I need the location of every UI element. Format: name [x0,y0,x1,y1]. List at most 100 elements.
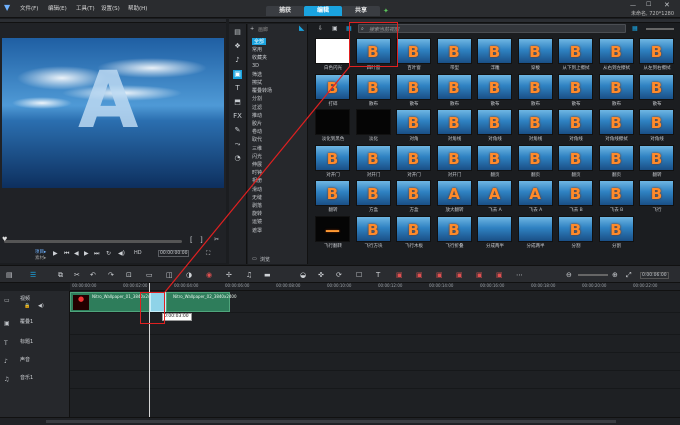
transition-thumbnail[interactable]: B [355,180,391,206]
category-item[interactable]: 常用 [252,46,262,53]
transition-thumbnail[interactable]: B [517,73,553,100]
video-clip-1[interactable]: ● Nitro_Wallpaper_01_3840x2400 [70,292,156,312]
category-item[interactable]: 旋转 [252,210,262,217]
tab-edit[interactable]: 编辑 [304,6,342,16]
category-item[interactable]: 运镜 [252,218,262,225]
transition-thumbnail[interactable]: B [315,180,350,206]
transition-thumbnail[interactable]: A [477,180,512,206]
volume-icon[interactable]: ◀) [118,250,125,257]
timeline-view-icon[interactable]: ☰ [30,271,36,279]
zoom-out-icon[interactable]: ⊖ [566,271,572,279]
transition-thumbnail[interactable] [315,38,350,64]
fit-icon[interactable]: ▭ [146,271,153,279]
transition-thumbnail[interactable]: A [436,180,472,206]
transition-thumbnail[interactable]: B [396,38,431,64]
transition-thumbnail[interactable]: B [436,38,472,64]
track-manager-icon[interactable]: ⧉ [58,271,63,280]
transition-thumbnail[interactable]: B [558,109,593,135]
transition-thumbnail[interactable]: B [436,73,472,100]
category-item[interactable]: 剥落 [252,202,262,209]
transition-thumbnail[interactable]: B [436,215,472,242]
transition-icon[interactable]: ▣ [233,70,242,79]
transition-thumbnail[interactable]: B [477,144,512,171]
grid-view-icon[interactable]: ▦ [632,25,638,32]
category-item[interactable]: 筛选 [252,71,262,78]
transition-thumbnail[interactable]: B [315,73,350,100]
menu-tools[interactable]: 工具(T) [76,4,95,12]
category-item[interactable]: 伸展 [252,161,262,168]
transition-thumbnail[interactable]: B [477,38,512,64]
category-item[interactable]: 3D [252,63,259,69]
transition-thumbnail[interactable] [355,109,391,135]
transition-thumbnail[interactable]: B [598,38,634,64]
category-item[interactable]: 无缝 [252,194,262,201]
transition-thumbnail[interactable]: B [598,144,634,171]
color-icon[interactable]: ◉ [206,271,212,279]
category-item[interactable]: 相册 [252,177,262,184]
repeat-icon[interactable]: ↻ [106,250,111,257]
tool-b-icon[interactable]: ✜ [318,271,324,279]
zoom-in-icon[interactable]: ⊕ [612,271,618,279]
menu-settings[interactable]: 设置(S) [101,4,120,12]
track-mute-icon[interactable]: ◀) [38,303,44,309]
category-item[interactable]: 时钟 [252,169,262,176]
audio-mix-icon[interactable]: ♫ [246,271,252,279]
transition-thumbnail[interactable]: B [598,73,634,100]
transition-thumbnail[interactable]: B [598,180,634,206]
timeline-hscroll[interactable] [46,420,616,423]
transition-thumbnail[interactable]: B [355,215,391,242]
transition-thumbnail[interactable]: B [396,144,431,171]
graphics-icon[interactable]: ⬒ [233,98,242,107]
library-add-icon[interactable]: + [250,26,254,32]
transition-thumbnail[interactable]: — [315,215,350,242]
zoom-slider[interactable] [578,274,608,276]
prev-frame-icon[interactable]: ◀ [74,250,79,257]
path-icon[interactable]: ✎ [233,126,242,135]
preview-scrubber[interactable]: ♥ [2,236,182,243]
fit-project-icon[interactable]: ⤢ [626,271,632,280]
category-item[interactable]: 取代 [252,136,262,143]
close-icon[interactable]: ✕ [664,1,670,9]
mark-out-icon[interactable]: ] [200,236,203,244]
transition-thumbnail[interactable]: B [436,144,472,171]
go-end-icon[interactable]: ⏭ [94,250,99,258]
category-item[interactable]: 闪光 [252,153,262,160]
collapse-library-icon[interactable]: ◣ [299,24,304,32]
tool-a-icon[interactable]: ◒ [300,271,306,279]
transition-thumbnail[interactable]: B [315,144,350,171]
transition-thumbnail[interactable]: B [396,180,431,206]
title-icon[interactable]: T [233,84,242,93]
voice-track-row[interactable] [70,353,680,371]
transition-thumbnail[interactable] [477,215,512,242]
tool-h-icon[interactable]: ▣ [456,271,463,279]
transition-thumbnail[interactable]: B [558,215,593,242]
transition-thumbnail[interactable]: B [558,73,593,100]
mode-clip-label[interactable]: 素材▸ [35,255,46,261]
category-item[interactable]: 卷动 [252,128,262,135]
title-tool-icon[interactable]: T [376,271,380,279]
transition-thumbnail[interactable]: B [598,215,634,242]
search-field[interactable]: ⌕ 搜索当前视图 [358,24,626,33]
storyboard-view-icon[interactable]: ▤ [6,271,13,279]
transition-thumbnail[interactable]: B [639,38,674,64]
transition-thumbnail[interactable] [315,109,350,135]
split-screen-icon[interactable]: ◫ [166,271,173,279]
upgrade-icon[interactable]: ✦ [383,7,389,15]
sound-icon[interactable]: ♪ [233,56,242,65]
play-icon[interactable]: ▶ [53,250,58,257]
transition-thumbnail[interactable]: B [355,144,391,171]
category-item[interactable]: 覆叠转场 [252,87,272,94]
track-lock-icon[interactable]: 🔒 [24,303,30,309]
motion-track-icon[interactable]: ✢ [226,271,232,279]
category-item[interactable]: 胶片 [252,120,262,127]
transition-thumbnail[interactable]: B [517,38,553,64]
transition-thumbnail[interactable]: B [517,144,553,171]
tool-e-icon[interactable]: ▣ [396,271,403,279]
menu-help[interactable]: 帮助(H) [128,4,147,12]
category-item[interactable]: 过滤 [252,104,262,111]
hd-preview-icon[interactable]: HD [134,250,142,256]
maximize-icon[interactable]: ☐ [646,1,651,8]
category-item[interactable]: 收藏夹 [252,54,267,61]
transition-thumbnail[interactable]: A [517,180,553,206]
category-item[interactable]: 三维 [252,145,262,152]
